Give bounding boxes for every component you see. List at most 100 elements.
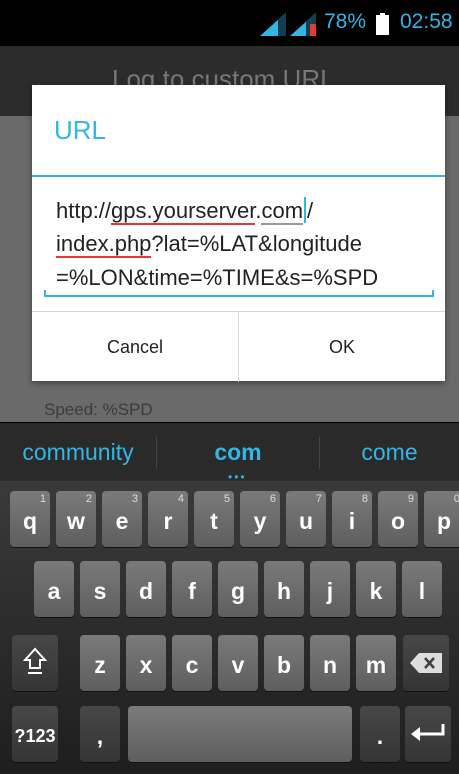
suggestion-community[interactable]: community (0, 423, 156, 481)
url-input[interactable]: http://gps.yourserver.com / index.php?lat… (44, 195, 434, 299)
period-key[interactable]: . (360, 706, 400, 762)
key-p[interactable]: p0 (424, 491, 459, 547)
key-hint: 1 (39, 493, 46, 505)
key-u[interactable]: u7 (286, 491, 326, 547)
dialog-divider (32, 175, 445, 177)
key-y[interactable]: y6 (240, 491, 280, 547)
status-bar: 78% 02:58 (0, 0, 459, 46)
symbols-key[interactable]: ?123 (12, 706, 58, 762)
screen: 78% 02:58 ← Log to custom URL Speed: %SP… (0, 0, 459, 774)
key-label: w (67, 508, 85, 534)
key-label: a (47, 578, 61, 604)
key-label: o (390, 508, 406, 534)
key-g[interactable]: g (218, 561, 258, 617)
key-hint: 7 (315, 493, 322, 505)
key-hint: 9 (407, 493, 414, 505)
dialog-title: URL (54, 115, 107, 145)
url-host: gps.yourserver (111, 198, 256, 225)
key-l[interactable]: l (402, 561, 442, 617)
key-n[interactable]: n (310, 635, 350, 691)
key-label: p (436, 508, 452, 534)
text-caret (304, 197, 307, 223)
key-i[interactable]: i8 (332, 491, 372, 547)
key-hint: 0 (453, 493, 459, 505)
key-label: j (326, 578, 334, 604)
key-label: f (188, 578, 196, 604)
key-hint: 4 (177, 493, 184, 505)
battery-icon (376, 13, 389, 35)
suggestion-strip: community com come ••• (0, 423, 459, 484)
key-e[interactable]: e3 (102, 491, 142, 547)
key-label: v (231, 652, 245, 678)
key-label: y (253, 508, 267, 534)
key-label: n (322, 652, 338, 678)
key-hint: 6 (269, 493, 276, 505)
key-label: t (210, 508, 218, 534)
key-x[interactable]: x (126, 635, 166, 691)
key-label: g (230, 578, 246, 604)
ok-button[interactable]: OK (239, 312, 445, 382)
key-label: i (348, 508, 356, 534)
key-a[interactable]: a (34, 561, 74, 617)
url-dialog: URL http://gps.yourserver.com / index.php… (32, 85, 445, 382)
key-s[interactable]: s (80, 561, 120, 617)
key-hint: 3 (131, 493, 138, 505)
key-f[interactable]: f (172, 561, 212, 617)
key-z[interactable]: z (80, 635, 120, 691)
suggestion-come[interactable]: come (320, 423, 459, 481)
dialog-button-bar: Cancel OK (32, 311, 445, 382)
key-r[interactable]: r4 (148, 491, 188, 547)
clock: 02:58 (400, 10, 453, 33)
cancel-button[interactable]: Cancel (32, 312, 239, 382)
key-label: s (93, 578, 107, 604)
space-key[interactable] (128, 706, 352, 762)
url-line-2: index.php?lat=%LAT&longitude (56, 231, 362, 258)
url-tld: com (261, 198, 304, 225)
url-line-1: http://gps.yourserver.com / (56, 197, 314, 225)
delete-icon (410, 653, 442, 673)
input-underline (44, 290, 434, 297)
key-o[interactable]: o9 (378, 491, 418, 547)
url-line-3: =%LON&time=%TIME&s=%SPD (56, 265, 378, 291)
key-d[interactable]: d (126, 561, 166, 617)
url-slash: / (307, 198, 314, 223)
key-w[interactable]: w2 (56, 491, 96, 547)
url-query-1: ?lat=%LAT&longitude (151, 231, 362, 256)
key-label: z (94, 652, 106, 678)
enter-icon (411, 724, 445, 741)
comma-key[interactable]: , (80, 706, 120, 762)
wifi-signal-icon (260, 12, 286, 36)
key-q[interactable]: q1 (10, 491, 50, 547)
key-label: l (418, 578, 426, 604)
key-label: d (138, 578, 154, 604)
cell-signal-icon (290, 12, 316, 36)
key-label: h (276, 578, 292, 604)
shift-key[interactable] (12, 635, 58, 691)
key-hint: 8 (361, 493, 368, 505)
enter-key[interactable] (405, 706, 451, 762)
key-c[interactable]: c (172, 635, 212, 691)
key-label: u (298, 508, 314, 534)
key-hint: 5 (223, 493, 230, 505)
key-j[interactable]: j (310, 561, 350, 617)
keyboard: q1w2e3r4t5y6u7i8o9p0 asdfghjkl zxcvbnm ?… (0, 481, 459, 774)
key-k[interactable]: k (356, 561, 396, 617)
key-m[interactable]: m (356, 635, 396, 691)
key-b[interactable]: b (264, 635, 304, 691)
speed-label: Speed: %SPD (44, 400, 153, 419)
url-scheme: http:// (56, 198, 112, 223)
key-t[interactable]: t5 (194, 491, 234, 547)
key-label: e (115, 508, 129, 534)
delete-key[interactable] (403, 635, 449, 691)
key-label: b (276, 652, 292, 678)
key-label: r (163, 508, 173, 534)
key-label: m (365, 652, 387, 678)
key-label: q (22, 508, 38, 534)
key-label: x (139, 652, 153, 678)
battery-percentage: 78% (324, 10, 367, 33)
key-label: c (185, 652, 199, 678)
key-hint: 2 (85, 493, 92, 505)
key-v[interactable]: v (218, 635, 258, 691)
shift-icon (22, 647, 48, 674)
key-h[interactable]: h (264, 561, 304, 617)
